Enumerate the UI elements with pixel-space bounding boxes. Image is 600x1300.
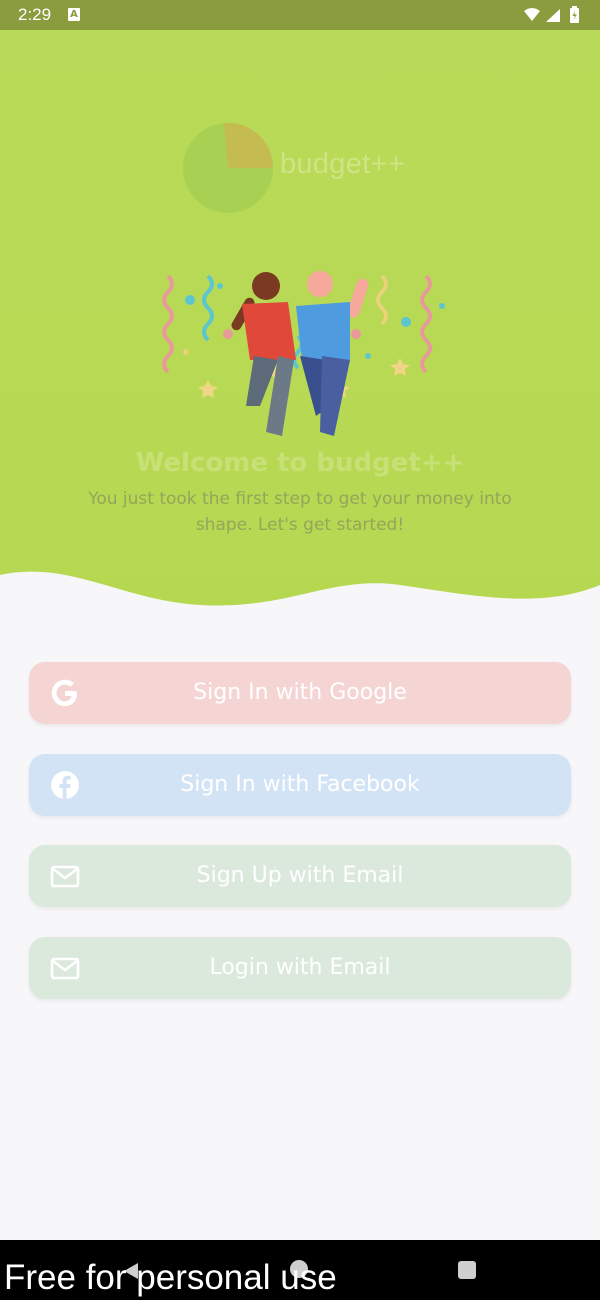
welcome-subtitle-line2: shape. Let's get started! [195,515,405,535]
notification-icon: A [68,8,80,21]
welcome-subtitle-line1: You just took the first step to get your… [88,489,512,509]
pie-logo-icon [183,122,274,213]
app-logo: budget++ [180,120,420,216]
wifi-icon [524,8,540,21]
logo-text: budget++ [280,148,405,180]
email-signup-label: Sign Up with Email [196,863,404,888]
status-time: 2:29 [18,5,52,24]
status-bar: 2:29 A [0,0,600,30]
signal-icon [546,9,560,22]
celebration-illustration [162,271,445,436]
status-icons [524,6,579,23]
welcome-title: Welcome to budget++ [135,448,465,478]
welcome-subtitle: You just took the first step to get your… [70,486,530,538]
watermark-text: Free for personal use [4,1258,337,1297]
email-signup-button[interactable]: Sign Up with Email [29,845,571,907]
battery-icon [570,6,579,23]
email-login-label: Login with Email [209,955,391,980]
facebook-signin-label: Sign In with Facebook [180,772,420,797]
email-login-button[interactable]: Login with Email [29,937,571,999]
google-signin-label: Sign In with Google [193,680,407,705]
recents-icon[interactable] [458,1261,476,1279]
facebook-signin-button[interactable]: Sign In with Facebook [29,754,571,816]
welcome-hero: budget++ Welcome to budget++ You just to… [0,30,600,610]
google-signin-button[interactable]: Sign In with Google [29,662,571,724]
